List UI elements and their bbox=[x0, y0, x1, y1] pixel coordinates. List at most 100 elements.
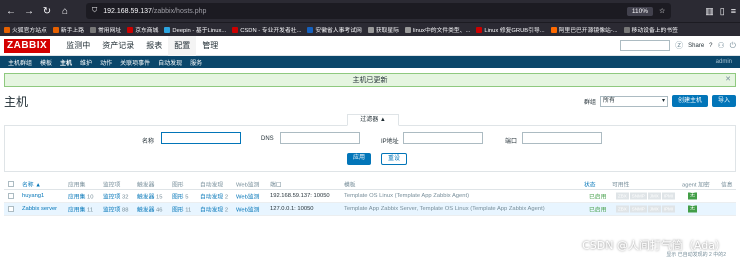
graphs-link[interactable]: 图形 11 bbox=[172, 205, 191, 214]
submenu-event-correlation[interactable]: 关联项事件 bbox=[116, 58, 154, 67]
bookmark-item[interactable]: 移动设备上的书签 bbox=[623, 25, 678, 34]
sidebar-icon[interactable]: ▯ bbox=[720, 6, 725, 17]
items-link[interactable]: 监控项 32 bbox=[103, 192, 128, 201]
templates-value[interactable]: Template OS Linux (Template App Zabbix A… bbox=[344, 193, 469, 199]
bookmark-item[interactable]: CSDN - 专业开发者社... bbox=[232, 25, 301, 34]
col-graphs: 图形 bbox=[172, 182, 184, 188]
hosts-table: 名称 ▲ 应用集 监控项 触发器 图形 自动发现 Web监测 端口 模板 状态 … bbox=[4, 178, 736, 216]
name-label: 名称 bbox=[142, 139, 155, 145]
zabbix-logo[interactable]: ZABBIX bbox=[4, 38, 51, 53]
status-link[interactable]: 已启用 bbox=[589, 192, 606, 201]
submenu-discovery[interactable]: 自动发现 bbox=[154, 58, 186, 67]
browser-toolbar: ← → ↻ ⌂ ⛉ 192.168.59.137/zabbix/hosts.ph… bbox=[0, 0, 740, 22]
menu-item-configuration[interactable]: 配置 bbox=[168, 35, 197, 56]
filter-panel: 名称 DNS IP地址 端口 应用 重设 bbox=[4, 126, 736, 172]
host-name-link[interactable]: huyang1 bbox=[22, 193, 44, 199]
submenu-maintenance[interactable]: 维护 bbox=[76, 58, 96, 67]
web-link[interactable]: Web监测 bbox=[236, 205, 259, 214]
zoom-level[interactable]: 110% bbox=[626, 6, 653, 16]
library-icon[interactable]: ▥ bbox=[705, 6, 714, 17]
user-profile-icon[interactable]: ⚇ bbox=[718, 41, 725, 50]
name-input[interactable] bbox=[161, 132, 241, 144]
port-input[interactable] bbox=[522, 132, 602, 144]
bookmark-item[interactable]: 火狐官方站点 bbox=[4, 25, 47, 34]
encryption-badge: 无 bbox=[688, 192, 698, 200]
discovery-link[interactable]: 自动发现 2 bbox=[200, 192, 228, 201]
menu-item-administration[interactable]: 管理 bbox=[196, 36, 224, 56]
bookmark-item[interactable]: Linux 修复GRUB引导... bbox=[476, 25, 545, 34]
bookmark-star-icon[interactable]: ☆ bbox=[659, 7, 665, 15]
col-triggers: 触发器 bbox=[137, 182, 155, 188]
submenu-actions[interactable]: 动作 bbox=[96, 58, 116, 67]
templates-value[interactable]: Template App Zabbix Server, Template OS … bbox=[344, 206, 545, 212]
group-select[interactable]: 所有 bbox=[599, 95, 668, 107]
triggers-link[interactable]: 触发器 15 bbox=[137, 192, 162, 201]
url-text: 192.168.59.137/zabbix/hosts.php bbox=[103, 7, 207, 15]
success-message-text: 主机已更新 bbox=[352, 77, 388, 84]
submenu-host-groups[interactable]: 主机群组 bbox=[4, 58, 36, 67]
row-checkbox[interactable] bbox=[8, 206, 14, 212]
col-status[interactable]: 状态 bbox=[584, 179, 596, 188]
close-icon[interactable]: ✕ bbox=[725, 75, 731, 83]
bookmark-item[interactable]: 获取星际 bbox=[367, 25, 399, 34]
ip-label: IP地址 bbox=[381, 139, 399, 145]
applications-link[interactable]: 应用集 11 bbox=[68, 205, 93, 214]
back-icon[interactable]: ← bbox=[4, 6, 18, 17]
sub-menu: 主机群组 模板 主机 维护 动作 关联项事件 自动发现 服务 admin bbox=[0, 56, 740, 68]
items-link[interactable]: 监控项 88 bbox=[103, 205, 128, 214]
sign-out-icon[interactable]: ⏻ bbox=[730, 41, 736, 51]
submenu-templates[interactable]: 模板 bbox=[36, 58, 56, 67]
help-link[interactable]: ? bbox=[709, 43, 712, 49]
menu-item-inventory[interactable]: 资产记录 bbox=[96, 36, 140, 56]
page-title: 主机 bbox=[4, 94, 29, 109]
import-button[interactable]: 导入 bbox=[711, 95, 736, 107]
submenu-hosts[interactable]: 主机 bbox=[56, 58, 76, 67]
col-name[interactable]: 名称 ▲ bbox=[22, 179, 41, 188]
triggers-link[interactable]: 触发器 46 bbox=[137, 205, 162, 214]
menu-icon[interactable]: ≡ bbox=[731, 6, 736, 17]
global-search-input[interactable] bbox=[620, 40, 671, 51]
menu-item-reports[interactable]: 报表 bbox=[140, 36, 168, 56]
address-bar[interactable]: ⛉ 192.168.59.137/zabbix/hosts.php 110% ☆ bbox=[86, 3, 672, 19]
forward-icon[interactable]: → bbox=[22, 6, 36, 17]
bookmark-item[interactable]: 新手上路 bbox=[52, 25, 84, 34]
apply-button[interactable]: 应用 bbox=[347, 153, 372, 165]
interface-value: 127.0.0.1: 10050 bbox=[270, 206, 314, 212]
share-icon: Ⓩ bbox=[675, 41, 684, 50]
interface-value: 192.168.59.137: 10050 bbox=[270, 193, 330, 199]
web-link[interactable]: Web监测 bbox=[236, 192, 259, 201]
share-link[interactable]: Share bbox=[688, 43, 704, 49]
bookmark-item[interactable]: 安徽省人事考试网 bbox=[307, 25, 362, 34]
bookmark-item[interactable]: 京东商城 bbox=[127, 25, 158, 34]
col-discovery: 自动发现 bbox=[200, 182, 224, 188]
col-items: 监控项 bbox=[103, 182, 121, 188]
reload-icon[interactable]: ↻ bbox=[40, 6, 54, 17]
applications-link[interactable]: 应用集 10 bbox=[68, 192, 93, 201]
encryption-badge: 无 bbox=[688, 205, 698, 213]
bookmark-item[interactable]: 阿里巴巴开源镜像站-... bbox=[550, 25, 618, 34]
bookmark-item[interactable]: 常用网址 bbox=[90, 25, 121, 34]
reset-button[interactable]: 重设 bbox=[381, 153, 408, 165]
filter-tab[interactable]: 过滤器 ▲ bbox=[347, 114, 399, 126]
home-icon[interactable]: ⌂ bbox=[58, 6, 72, 17]
shield-icon: ⛉ bbox=[92, 7, 98, 14]
graphs-link[interactable]: 图形 5 bbox=[172, 192, 188, 201]
watermark: CSDN @人间打气筒（Ada） bbox=[582, 239, 726, 252]
submenu-services[interactable]: 服务 bbox=[186, 58, 206, 67]
col-availability: 可用性 bbox=[612, 182, 630, 188]
discovery-link[interactable]: 自动发现 2 bbox=[200, 205, 228, 214]
bookmark-item[interactable]: Deepin - 基于Linux... bbox=[164, 25, 226, 34]
status-link[interactable]: 已启用 bbox=[589, 205, 606, 214]
menu-item-monitoring[interactable]: 监测中 bbox=[60, 36, 96, 56]
dns-input[interactable] bbox=[280, 132, 360, 144]
create-host-button[interactable]: 创建主机 bbox=[671, 95, 708, 107]
bookmark-item[interactable]: linux中的文件类型、... bbox=[405, 25, 470, 34]
select-all-checkbox[interactable] bbox=[8, 180, 14, 187]
col-info: 信息 bbox=[721, 182, 733, 188]
col-templates: 模板 bbox=[344, 182, 356, 188]
row-checkbox[interactable] bbox=[8, 193, 14, 199]
ip-input[interactable] bbox=[403, 132, 483, 144]
host-name-link[interactable]: Zabbix server bbox=[22, 206, 57, 212]
col-interface: 端口 bbox=[270, 182, 282, 188]
port-label: 端口 bbox=[505, 139, 518, 145]
